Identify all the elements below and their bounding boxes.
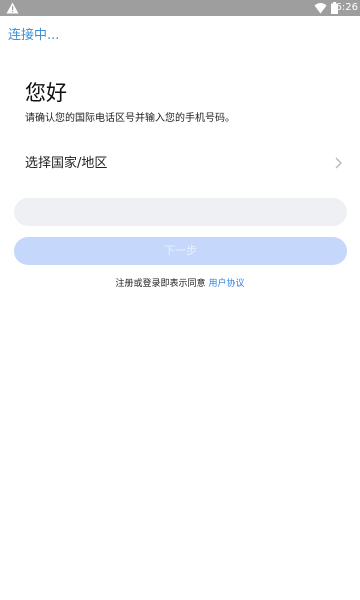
instruction-text: 请确认您的国际电话区号并输入您的手机号码。 — [25, 113, 235, 124]
next-button[interactable]: 下一步 — [14, 237, 347, 265]
status-bar: 6:26 — [0, 0, 360, 16]
user-agreement-link[interactable]: 用户协议 — [208, 279, 244, 289]
agreement-notice: 注册或登录即表示同意 用户协议 — [0, 277, 360, 291]
chevron-right-icon — [335, 157, 342, 169]
warning-icon — [6, 2, 19, 14]
country-region-selector[interactable]: 选择国家/地区 — [25, 153, 345, 175]
country-region-label: 选择国家/地区 — [25, 156, 108, 171]
connecting-status: 连接中... — [8, 28, 60, 43]
agreement-text: 注册或登录即表示同意 — [115, 279, 206, 289]
phone-number-input[interactable] — [14, 198, 347, 226]
greeting-title: 您好 — [25, 81, 67, 105]
wifi-icon — [314, 3, 327, 14]
status-time: 6:26 — [335, 2, 358, 13]
